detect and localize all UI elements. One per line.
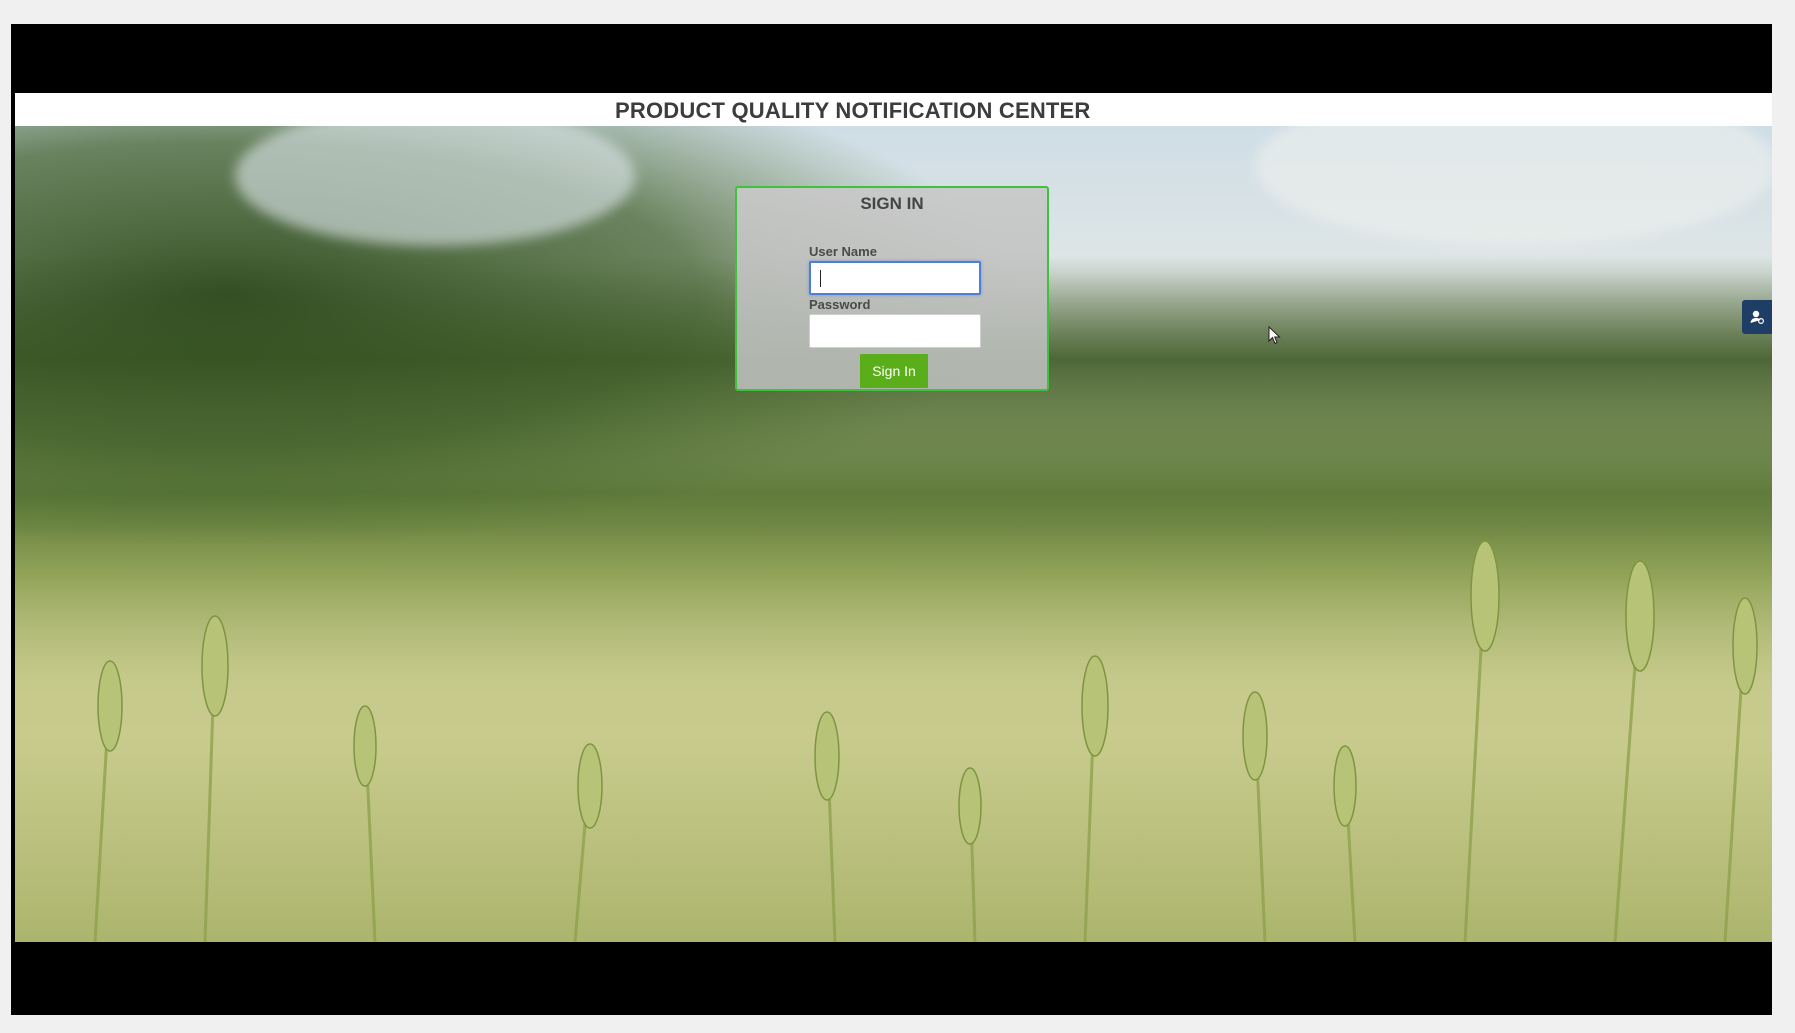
page-title: PRODUCT QUALITY NOTIFICATION CENTER [615,98,1091,123]
password-label: Password [809,297,871,312]
signin-button[interactable]: Sign In [860,354,928,388]
username-label: User Name [809,244,877,259]
username-input[interactable] [809,261,981,295]
signin-panel: SIGN IN User Name Password Sign In [735,186,1049,391]
password-input[interactable] [809,314,981,348]
text-caret [820,270,821,287]
signin-title: SIGN IN [860,194,924,213]
side-support-tab[interactable] [1742,300,1772,334]
user-support-icon [1749,309,1765,325]
video-frame: PRODUCT QUALITY NOTIFICATION CENTER SIGN… [11,24,1772,1015]
background-image: SIGN IN User Name Password Sign In [15,126,1772,942]
header-bar: PRODUCT QUALITY NOTIFICATION CENTER [15,93,1772,126]
mouse-cursor-icon [1268,326,1282,346]
app-viewport: PRODUCT QUALITY NOTIFICATION CENTER SIGN… [15,93,1772,942]
